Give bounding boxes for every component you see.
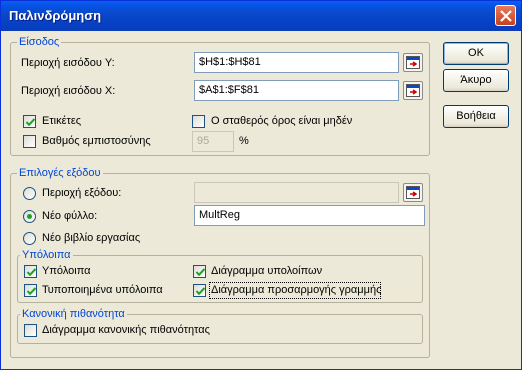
checkmark-icon xyxy=(26,268,37,277)
output-range-collapse-button[interactable] xyxy=(403,183,423,202)
residuals-legend: Υπόλοιπα xyxy=(20,249,73,261)
y-range-collapse-button[interactable] xyxy=(403,53,423,72)
normal-probability-group: Κανονική πιθανότητα Διάγραμμα κανονικής … xyxy=(17,308,423,344)
x-range-input[interactable]: $A$1:$F$81 xyxy=(194,80,399,101)
residuals-group: Υπόλοιπα Υπόλοιπα Τυποποιημένα υπόλοιπα xyxy=(17,249,423,303)
window-title: Παλινδρόμηση xyxy=(9,8,102,23)
radio-selected-dot xyxy=(27,214,32,219)
close-icon xyxy=(500,10,512,22)
residual-plots-checkbox[interactable] xyxy=(193,265,206,278)
constant-zero-checkbox[interactable] xyxy=(192,115,205,128)
confidence-level-label: Βαθμός εμπιστοσύνης xyxy=(42,135,151,147)
help-button[interactable]: Βοήθεια xyxy=(443,105,509,128)
collapse-dialog-icon xyxy=(406,186,420,199)
normal-probability-plots-checkbox[interactable] xyxy=(24,324,37,337)
checkmark-icon xyxy=(26,287,37,296)
checkmark-icon xyxy=(195,287,206,296)
confidence-level-input[interactable]: 95 xyxy=(192,131,234,152)
y-range-input[interactable]: $H$1:$H$81 xyxy=(194,52,399,73)
labels-checkbox-label: Ετικέτες xyxy=(42,115,82,127)
title-bar[interactable]: Παλινδρόμηση xyxy=(1,1,521,31)
output-range-radio[interactable] xyxy=(23,187,36,200)
standardized-residuals-checkbox[interactable] xyxy=(24,284,37,297)
output-options-legend: Επιλογές εξόδου xyxy=(17,167,103,179)
output-range-label: Περιοχή εξόδου: xyxy=(42,187,122,199)
new-sheet-radio[interactable] xyxy=(23,210,36,223)
regression-dialog: Παλινδρόμηση Είσοδος Περιοχή εισόδου Y: … xyxy=(0,0,522,370)
residuals-label: Υπόλοιπα xyxy=(42,265,91,277)
confidence-level-checkbox[interactable] xyxy=(23,135,36,148)
collapse-dialog-icon xyxy=(406,56,420,69)
y-range-label: Περιοχή εισόδου Y: xyxy=(21,57,115,69)
new-sheet-input[interactable]: MultReg xyxy=(194,205,425,226)
constant-zero-label: Ο σταθερός όρος είναι μηδέν xyxy=(211,115,353,127)
new-workbook-radio[interactable] xyxy=(23,232,36,245)
standardized-residuals-label: Τυποποιημένα υπόλοιπα xyxy=(42,284,163,296)
normal-probability-plots-label: Διάγραμμα κανονικής πιθανότητας xyxy=(42,324,210,336)
residuals-checkbox[interactable] xyxy=(24,265,37,278)
focus-ring xyxy=(209,282,381,299)
new-sheet-label: Νέο φύλλο: xyxy=(42,210,98,222)
x-range-label: Περιοχή εισόδου X: xyxy=(21,85,116,97)
normal-probability-legend: Κανονική πιθανότητα xyxy=(20,308,127,320)
ok-button[interactable]: OK xyxy=(443,42,509,65)
residual-plots-label: Διάγραμμα υπολοίπων xyxy=(211,265,323,277)
new-workbook-label: Νέο βιβλίο εργασίας xyxy=(42,232,141,244)
output-range-input[interactable] xyxy=(194,182,399,203)
percent-sign: % xyxy=(239,135,249,147)
cancel-button[interactable]: Άκυρο xyxy=(443,69,509,92)
collapse-dialog-icon xyxy=(406,84,420,97)
checkmark-icon xyxy=(25,118,36,127)
dialog-client: Είσοδος Περιοχή εισόδου Y: $H$1:$H$81 Πε… xyxy=(1,31,521,369)
input-group-legend: Είσοδος xyxy=(17,36,62,48)
checkmark-icon xyxy=(195,268,206,277)
close-button[interactable] xyxy=(495,5,516,26)
labels-checkbox[interactable] xyxy=(23,115,36,128)
line-fit-plots-checkbox[interactable] xyxy=(193,284,206,297)
output-options-group: Επιλογές εξόδου Περιοχή εξόδου: Νέο φύλλ… xyxy=(10,167,430,358)
x-range-collapse-button[interactable] xyxy=(403,81,423,100)
input-group: Είσοδος Περιοχή εισόδου Y: $H$1:$H$81 Πε… xyxy=(10,36,430,156)
